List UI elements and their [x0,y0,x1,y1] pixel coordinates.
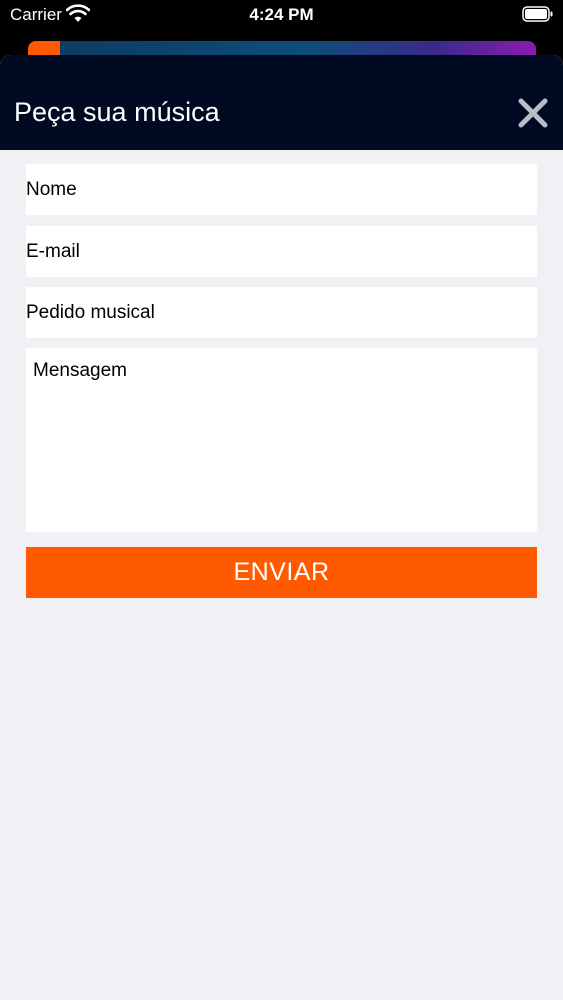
sheet-title: Peça sua música [14,97,220,127]
send-button[interactable]: ENVIAR [26,547,537,598]
sheet-header: Peça sua música [0,55,563,150]
status-time: 4:24 PM [249,5,314,24]
email-input[interactable] [26,226,537,277]
name-input[interactable] [26,164,537,215]
message-textarea[interactable] [26,348,537,532]
battery-icon [522,6,553,22]
close-icon [518,98,548,128]
song-request-sheet: Peça sua música ENVIAR [0,55,563,1000]
status-bar: Carrier 4:24 PM [0,0,563,32]
close-button[interactable] [515,95,551,131]
song-request-input[interactable] [26,287,537,338]
